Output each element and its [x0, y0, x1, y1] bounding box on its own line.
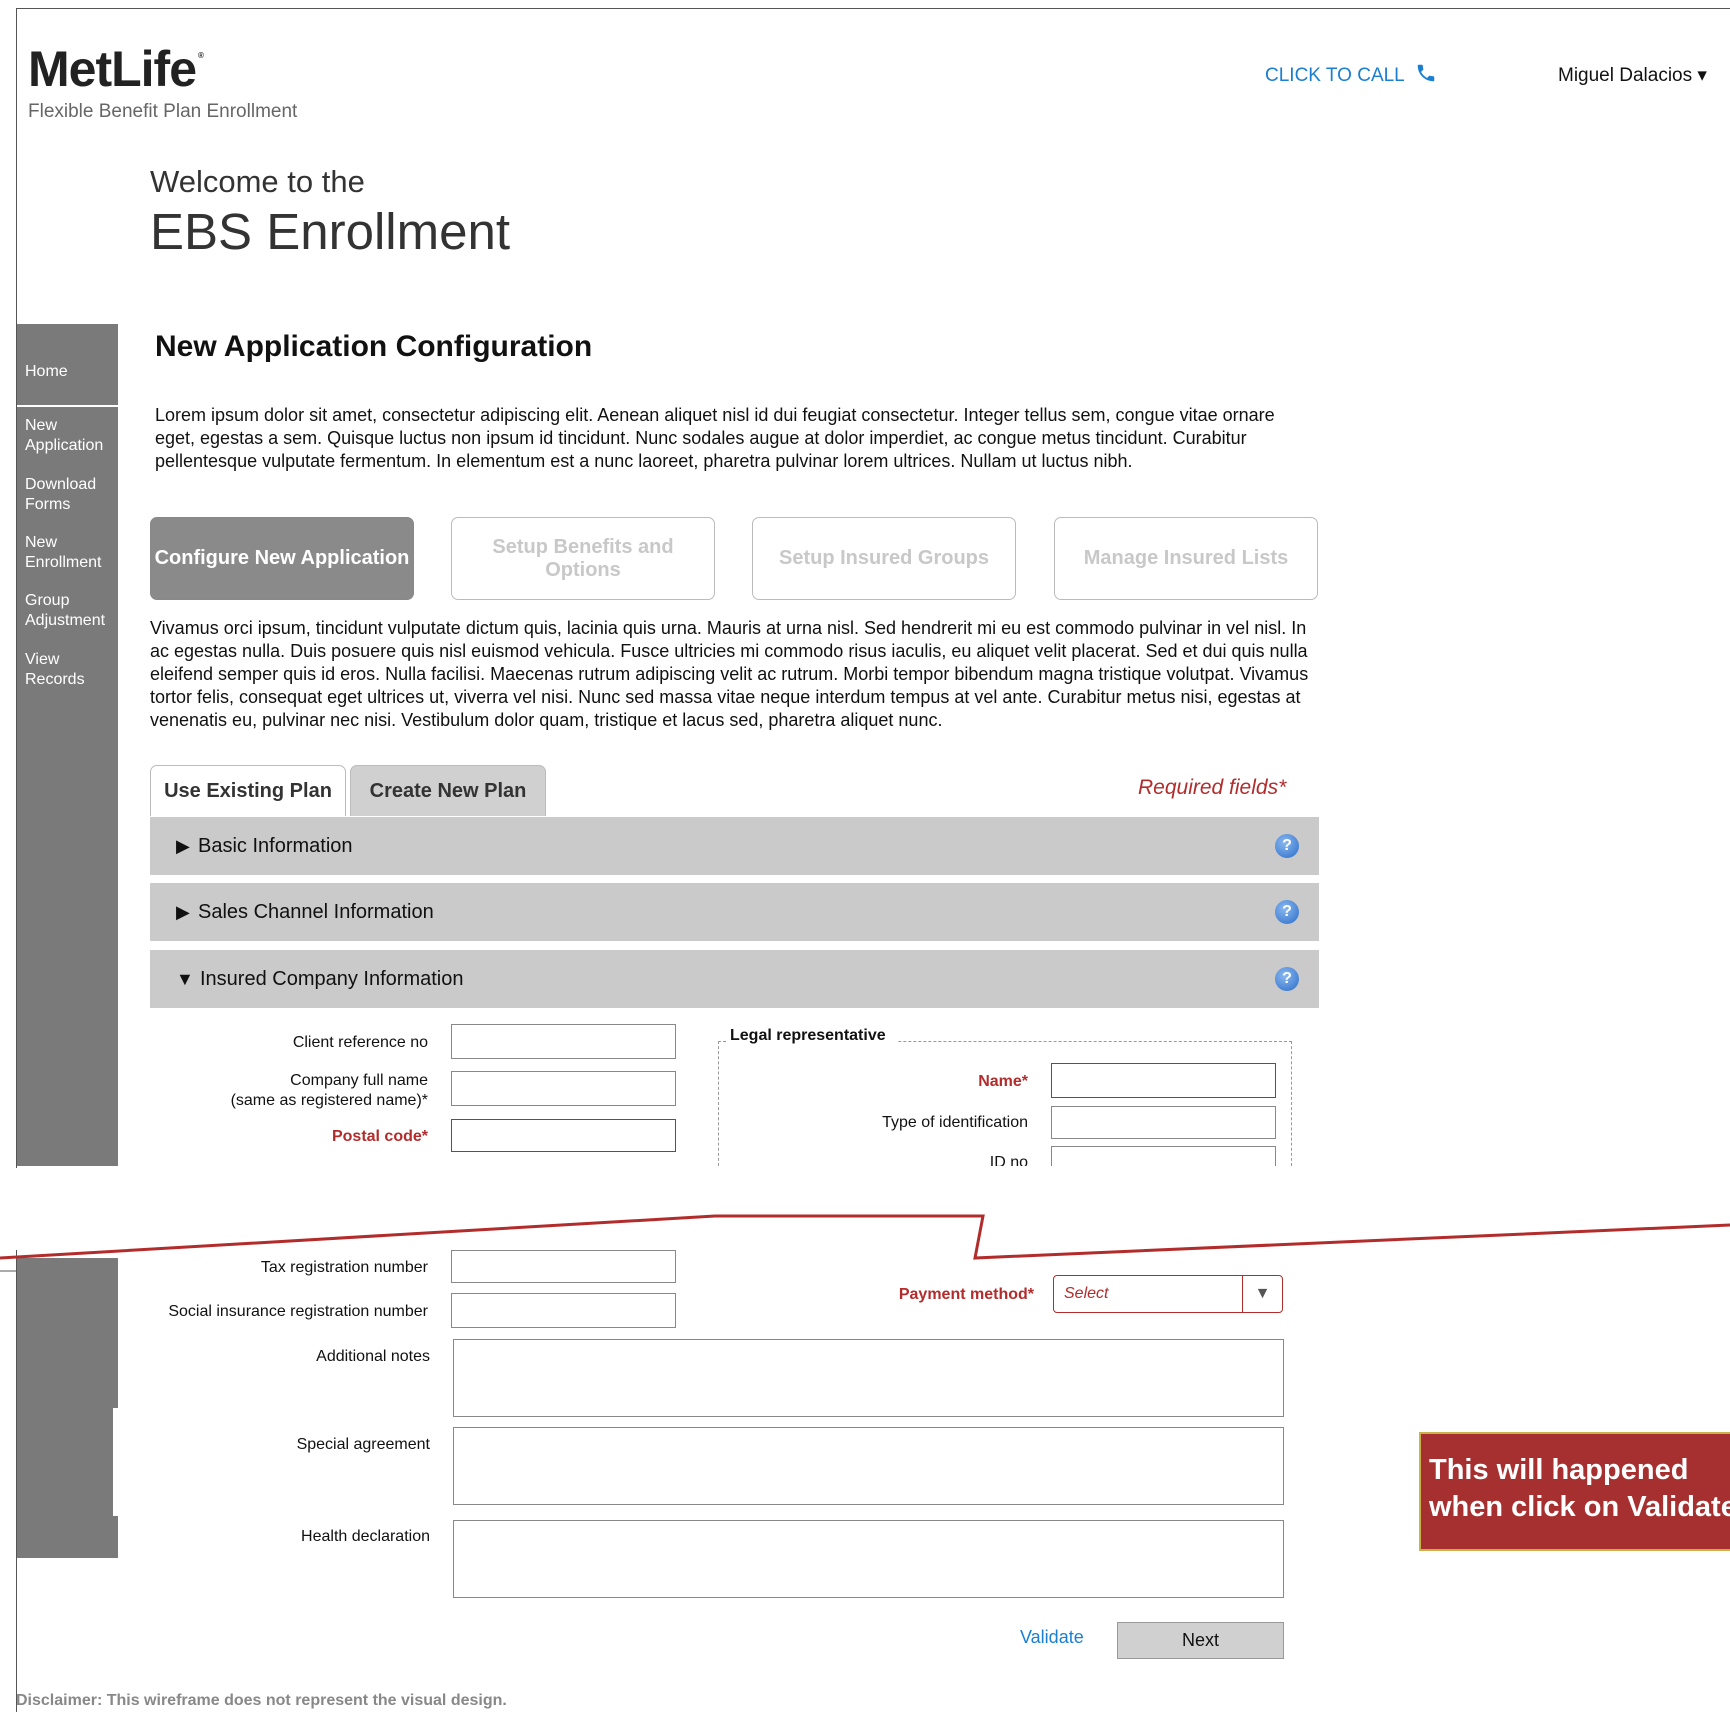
click-to-call-link[interactable]: CLICK TO CALL — [1265, 62, 1437, 90]
help-icon[interactable]: ? — [1275, 834, 1299, 858]
required-fields-note: Required fields* — [1138, 776, 1287, 799]
sidebar-divider — [17, 405, 118, 407]
id-no-input[interactable] — [1051, 1146, 1276, 1166]
company-name-note: (same as registered name)* — [230, 1092, 428, 1109]
company-name-label-text: Company full name — [290, 1072, 428, 1089]
accordion-basic-information[interactable]: ▶ Basic Information ? — [150, 817, 1319, 875]
step-manage-insured-lists[interactable]: Manage Insured Lists — [1054, 517, 1318, 600]
collapse-arrow-icon: ▼ — [176, 968, 194, 989]
social-ins-input[interactable] — [451, 1293, 676, 1328]
client-ref-input[interactable] — [451, 1024, 676, 1059]
sidebar-item-new-enrollment[interactable]: New Enrollment — [25, 533, 101, 573]
special-agreement-label: Special agreement — [296, 1436, 430, 1453]
help-icon[interactable]: ? — [1275, 900, 1299, 924]
step-setup-benefits[interactable]: Setup Benefits and Options — [451, 517, 715, 600]
tax-reg-input[interactable] — [451, 1250, 676, 1283]
tagline: Flexible Benefit Plan Enrollment — [28, 101, 298, 122]
click-to-call-label: CLICK TO CALL — [1265, 65, 1405, 86]
tab-create-new-plan[interactable]: Create New Plan — [350, 765, 546, 816]
chevron-down-icon[interactable]: ▼ — [1242, 1276, 1282, 1312]
name-label: Name* — [978, 1073, 1028, 1090]
body-paragraph: Vivamus orci ipsum, tincidunt vulputate … — [150, 618, 1309, 730]
step-setup-insured-groups[interactable]: Setup Insured Groups — [752, 517, 1016, 600]
company-name-input[interactable] — [451, 1071, 676, 1106]
company-name-label: Company full name (same as registered na… — [190, 1071, 428, 1111]
accordion-label: Basic Information — [198, 834, 353, 857]
payment-method-select[interactable]: Select ▼ — [1053, 1275, 1283, 1313]
accordion-insured-company-information[interactable]: ▼ Insured Company Information ? — [150, 950, 1319, 1008]
sidebar-item-view-records[interactable]: View Records — [25, 650, 85, 690]
user-menu[interactable]: Miguel Dalacios ▾ — [1558, 64, 1707, 87]
tax-reg-label: Tax registration number — [260, 1259, 428, 1276]
social-ins-label: Social insurance registration number — [168, 1303, 428, 1320]
sidebar-item-group-adjustment[interactable]: Group Adjustment — [25, 591, 105, 631]
sidebar-item-new-application[interactable]: New Application — [25, 416, 103, 456]
next-button[interactable]: Next — [1117, 1622, 1284, 1659]
special-agreement-textarea[interactable] — [453, 1427, 1284, 1505]
phone-icon — [1415, 62, 1437, 90]
health-declaration-label: Health declaration — [301, 1528, 430, 1545]
sidebar-lower — [17, 1258, 118, 1558]
postal-code-input[interactable] — [451, 1119, 676, 1152]
id-type-label: Type of identification — [882, 1114, 1028, 1131]
tab-use-existing-plan[interactable]: Use Existing Plan — [150, 765, 346, 816]
accordion-label: Sales Channel Information — [198, 900, 434, 923]
sidebar-item-home[interactable]: Home — [25, 362, 68, 382]
metlife-logo[interactable]: MetLife ® — [28, 44, 204, 94]
page-title: New Application Configuration — [155, 330, 593, 363]
help-icon[interactable]: ? — [1275, 967, 1299, 991]
intro-paragraph: Lorem ipsum dolor sit amet, consectetur … — [155, 405, 1275, 471]
step-configure-new-application[interactable]: Configure New Application — [150, 517, 414, 600]
id-no-label: ID no — [989, 1154, 1028, 1166]
additional-notes-label: Additional notes — [316, 1348, 430, 1365]
sidebar-gap — [113, 1408, 118, 1516]
health-declaration-textarea[interactable] — [453, 1520, 1284, 1598]
sidebar-item-download-forms[interactable]: Download Forms — [25, 475, 96, 515]
id-type-input[interactable] — [1051, 1106, 1276, 1139]
postal-code-label: Postal code* — [331, 1128, 428, 1145]
welcome-title: EBS Enrollment — [150, 203, 510, 260]
accordion-label: Insured Company Information — [200, 967, 464, 990]
client-ref-label: Client reference no — [292, 1034, 428, 1051]
payment-method-value: Select — [1064, 1285, 1109, 1302]
name-input[interactable] — [1051, 1063, 1276, 1098]
payment-method-label: Payment method* — [898, 1286, 1034, 1303]
additional-notes-textarea[interactable] — [453, 1339, 1284, 1417]
validate-link[interactable]: Validate — [1020, 1627, 1084, 1648]
annotation-callout: This will happened when click on Validat… — [1419, 1432, 1730, 1551]
accordion-sales-channel-information[interactable]: ▶ Sales Channel Information ? — [150, 883, 1319, 941]
expand-arrow-icon: ▶ — [176, 901, 190, 922]
legal-representative-title: Legal representative — [726, 1027, 898, 1045]
expand-arrow-icon: ▶ — [176, 835, 190, 856]
disclaimer: Disclaimer: This wireframe does not repr… — [16, 1692, 507, 1709]
welcome-subtitle: Welcome to the — [150, 164, 365, 199]
